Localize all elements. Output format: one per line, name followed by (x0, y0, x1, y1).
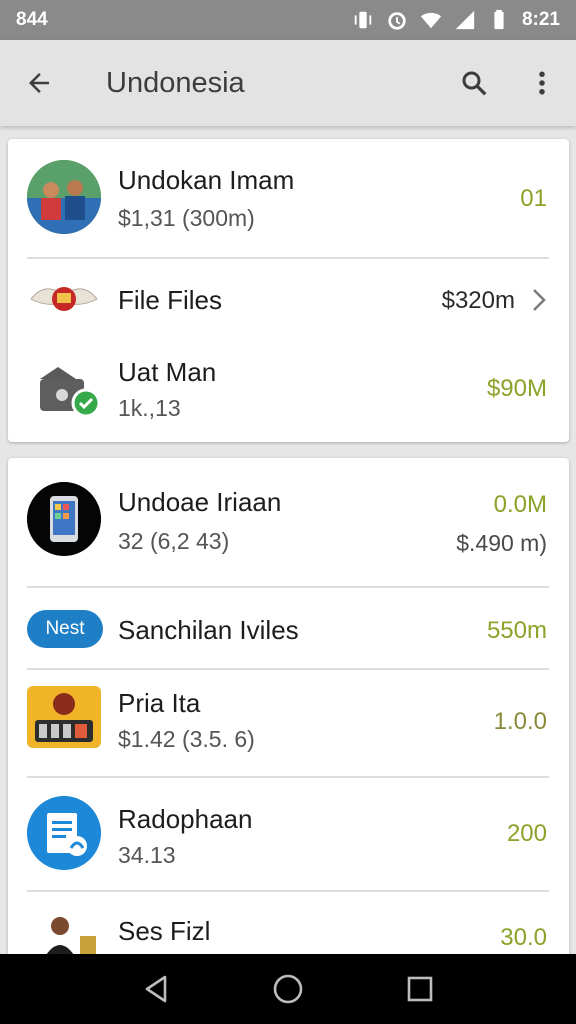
item-value: 01 (520, 185, 547, 212)
back-arrow-icon (29, 73, 49, 93)
item-value: 1.0.0 (493, 708, 547, 735)
circle-home-icon (273, 974, 303, 1004)
emblem-icon (27, 277, 101, 321)
status-bar: 844 8:21 (0, 0, 576, 40)
item-title: Uat Man (118, 357, 217, 387)
list-item[interactable]: File Files $320m (8, 259, 569, 343)
avatar (27, 160, 101, 234)
document-icon (27, 796, 101, 870)
item-value: 30.0 (500, 924, 547, 951)
chevron-right-icon (533, 289, 546, 311)
search-button[interactable] (440, 40, 508, 126)
item-subtitle: 34.13 (118, 842, 176, 868)
back-button[interactable] (0, 40, 78, 126)
list-item[interactable]: Ses Fizl 30.0 (8, 892, 569, 958)
search-icon (462, 71, 487, 96)
battery-icon (488, 9, 510, 31)
list-item[interactable]: Uat Man 1k.,13 $90M (8, 343, 569, 442)
alarm-icon (386, 9, 408, 31)
status-time-left: 844 (16, 9, 48, 30)
status-time-right: 8:21 (521, 9, 560, 30)
item-subtitle: $1.42 (3.5. 6) (118, 726, 255, 752)
list-item[interactable]: Radophaan 34.13 200 (8, 778, 569, 890)
more-vert-icon (539, 71, 545, 95)
list-item[interactable]: Undoae Iriaan 32 (6,2 43) 0.0M $.490 m) (8, 458, 569, 586)
item-value: $320m (441, 287, 515, 314)
status-badge: Nest (27, 610, 103, 648)
item-title: Radophaan (118, 804, 253, 834)
more-options-button[interactable] (508, 40, 576, 126)
item-value: 550m (486, 617, 547, 644)
item-secondary-value: $.490 m) (456, 530, 547, 556)
signal-icon (454, 9, 476, 31)
app-bar: Undonesia (0, 40, 576, 126)
item-title: Undokan Imam (118, 165, 295, 195)
wallet-check-icon (36, 361, 102, 421)
page-title: Undonesia (106, 66, 245, 99)
vibrate-icon (352, 9, 374, 31)
status-icons: 8:21 (352, 9, 560, 31)
item-subtitle: 1k.,13 (118, 395, 181, 421)
radio-app-icon (27, 686, 101, 748)
item-subtitle: $1,31 (300m) (118, 205, 255, 231)
item-subtitle: 32 (6,2 43) (118, 528, 230, 554)
nav-back-button[interactable] (131, 964, 181, 1014)
system-navigation-bar (0, 954, 576, 1024)
summary-card: Undokan Imam $1,31 (300m) 01 File Files … (8, 139, 569, 442)
triangle-back-icon (145, 975, 167, 1003)
nav-home-button[interactable] (263, 964, 313, 1014)
item-title: File Files (118, 285, 223, 315)
wifi-icon (420, 9, 442, 31)
avatar (38, 912, 102, 958)
list-item[interactable]: Nest Sanchilan Iviles 550m (8, 588, 569, 668)
item-title: Undoae Iriaan (118, 487, 282, 517)
square-recents-icon (407, 976, 433, 1002)
list-item[interactable]: Pria Ita $1.42 (3.5. 6) 1.0.0 (8, 670, 569, 776)
phone-app-icon (27, 482, 101, 556)
item-value: 200 (506, 820, 547, 847)
item-title: Pria Ita (118, 688, 201, 718)
item-title: Sanchilan Iviles (118, 615, 299, 645)
item-value: $90M (486, 375, 547, 402)
list-item[interactable]: Undokan Imam $1,31 (300m) 01 (8, 139, 569, 257)
items-card: Undoae Iriaan 32 (6,2 43) 0.0M $.490 m) … (8, 458, 569, 958)
item-value: 0.0M (493, 491, 547, 518)
nav-recents-button[interactable] (395, 964, 445, 1014)
item-title: Ses Fizl (118, 916, 211, 946)
